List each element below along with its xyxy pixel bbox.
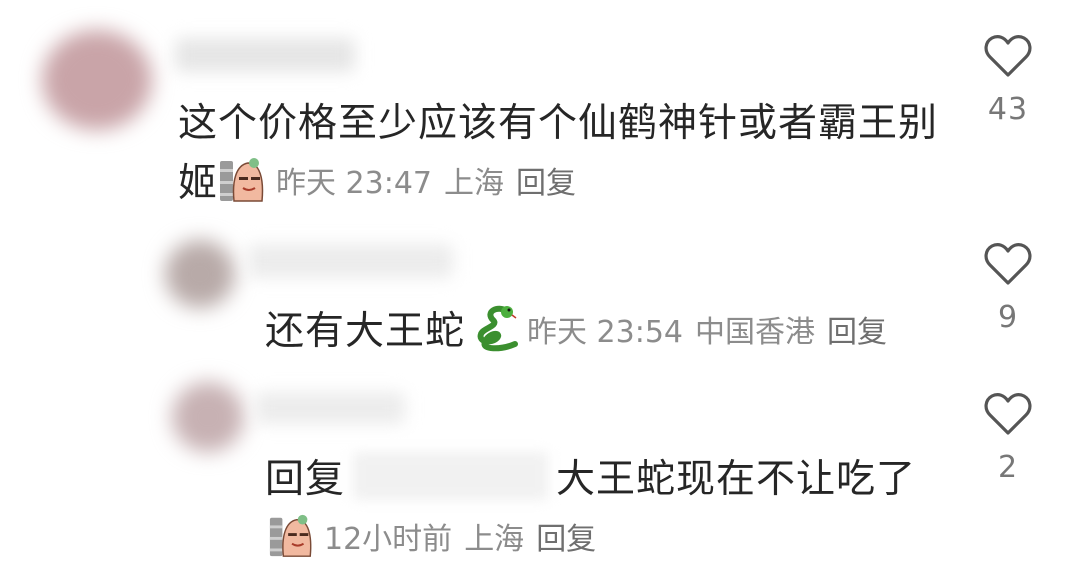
comment-text-line: 回复 大王蛇现在不让吃了: [265, 448, 916, 504]
username-redacted[interactable]: [255, 392, 405, 424]
heart-outline-icon: [984, 35, 1032, 77]
comment-time: 昨天 23:54: [527, 315, 683, 350]
mentioned-user-redacted[interactable]: [353, 452, 549, 500]
like-count: 43: [987, 92, 1029, 127]
sausage-face-sticker: [269, 514, 312, 557]
reply-prefix: 回复: [265, 457, 346, 502]
comment-meta: 12小时前 上海 回复: [268, 512, 608, 560]
comment-text-line-2: 姬: [178, 152, 268, 208]
avatar[interactable]: [172, 382, 244, 452]
avatar[interactable]: [165, 240, 235, 308]
comment-text-line-1: 这个价格至少应该有个仙鹤神针或者霸王别: [178, 101, 939, 146]
like-count: 9: [997, 300, 1019, 335]
comment-meta: 昨天 23:47 上海 回复: [276, 158, 588, 202]
reply-button[interactable]: 回复: [827, 307, 887, 351]
comment-meta: 昨天 23:54 中国香港 回复: [527, 307, 899, 351]
like-button[interactable]: 9: [973, 242, 1043, 335]
comment-location: 中国香港: [695, 315, 815, 350]
like-button[interactable]: 2: [973, 392, 1043, 485]
heart-outline-icon: [984, 393, 1032, 435]
snake-emoji: [477, 305, 519, 352]
avatar[interactable]: [42, 30, 152, 130]
comment-text: 还有大王蛇: [265, 309, 466, 354]
reply-button[interactable]: 回复: [536, 514, 596, 558]
comment-time: 12小时前: [324, 522, 453, 557]
like-button[interactable]: 43: [973, 34, 1043, 127]
comment-time: 昨天 23:47: [276, 166, 432, 201]
comment-location: 上海: [464, 522, 525, 557]
heart-outline-icon: [984, 243, 1032, 285]
sausage-face-sticker: [220, 158, 264, 202]
reply-button[interactable]: 回复: [516, 158, 576, 202]
username-redacted[interactable]: [248, 244, 453, 278]
comment-text-continued: 姬: [178, 161, 219, 206]
comment-text: 大王蛇现在不让吃了: [556, 457, 917, 502]
comment-location: 上海: [444, 166, 504, 201]
like-count: 2: [997, 450, 1019, 485]
username-redacted[interactable]: [175, 38, 355, 72]
comment-text-line: 还有大王蛇: [265, 300, 519, 356]
comment-thread: 这个价格至少应该有个仙鹤神针或者霸王别 姬 昨天 23:47 上海 回复 43 …: [0, 0, 1080, 584]
